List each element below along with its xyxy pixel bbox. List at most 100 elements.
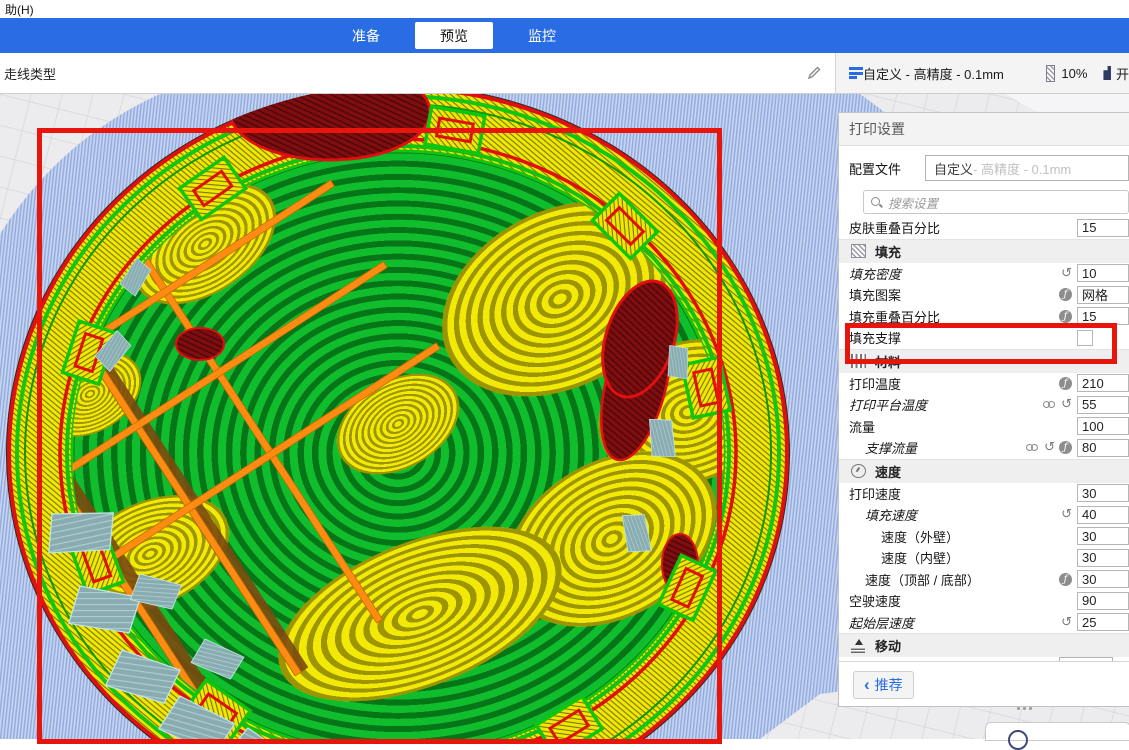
- setting-row-空驶速度[interactable]: 空驶速度 90: [839, 590, 1129, 612]
- setting-value-field[interactable]: 25: [1077, 613, 1129, 631]
- view-options-bar: 走线类型 自定义 - 高精度 - 0.1mm 10% 开: [0, 53, 1129, 94]
- setting-label: 速度（外壁）: [881, 527, 959, 546]
- profile-row: 配置文件 自定义 - 高精度 - 0.1mm: [839, 146, 1129, 190]
- line-type-dropdown[interactable]: 走线类型: [4, 64, 56, 83]
- setting-row-填充速度[interactable]: 填充速度↺40: [839, 504, 1129, 526]
- settings-list: 皮肤重叠百分比15填充填充密度↺10填充图案ƒ网格填充重叠百分比ƒ15填充支撑材…: [839, 217, 1129, 657]
- setting-row-支撑流量[interactable]: 支撑流量↺ƒ80: [839, 437, 1129, 459]
- setting-row-速度（外壁）[interactable]: 速度（外壁） 30: [839, 526, 1129, 548]
- category-label: 填充: [875, 242, 901, 261]
- setting-label: 皮肤重叠百分比: [849, 218, 940, 237]
- clock-icon: [1008, 730, 1028, 750]
- category-速度[interactable]: 速度: [839, 459, 1129, 483]
- infill-icon: [851, 244, 866, 258]
- menu-bar: 助(H): [0, 0, 1129, 18]
- category-label: 速度: [875, 462, 901, 481]
- setting-label: 打印速度: [849, 484, 901, 503]
- recommended-mode-button[interactable]: ‹ 推荐: [853, 671, 914, 699]
- reset-icon[interactable]: ↺: [1061, 267, 1072, 280]
- pencil-icon[interactable]: [807, 66, 821, 80]
- setting-row-起始层速度[interactable]: 起始层速度 ↺ 25: [839, 612, 1129, 634]
- color-scheme-area: 走线类型: [0, 53, 835, 93]
- setting-value-field[interactable]: 30: [1077, 570, 1129, 588]
- setting-value-field[interactable]: 40: [1077, 506, 1129, 524]
- setting-row-打印温度[interactable]: 打印温度 ƒ 210: [839, 373, 1129, 395]
- setting-value-field[interactable]: 80: [1077, 439, 1129, 457]
- search-placeholder: 搜索设置: [888, 193, 938, 212]
- function-value-icon[interactable]: ƒ: [1059, 441, 1072, 454]
- function-value-icon[interactable]: ƒ: [1059, 377, 1072, 390]
- search-row: 搜索设置: [839, 190, 1129, 218]
- panel-drag-handle[interactable]: [1017, 707, 1039, 710]
- setting-label: 速度（顶部 / 底部）: [865, 570, 980, 589]
- setting-label: 空驶速度: [849, 591, 901, 610]
- chevron-left-icon: ‹: [864, 676, 870, 693]
- reset-icon[interactable]: ↺: [1061, 508, 1072, 521]
- setting-value-field[interactable]: 90: [1077, 592, 1129, 610]
- setting-label: 流量: [849, 417, 875, 436]
- reset-icon[interactable]: ↺: [1061, 398, 1072, 411]
- stage-tab-准备[interactable]: 准备: [327, 22, 405, 49]
- reset-icon[interactable]: ↺: [1061, 616, 1072, 629]
- setting-label: 填充密度: [849, 264, 901, 283]
- setting-value-field[interactable]: 210: [1077, 374, 1129, 392]
- setting-icons: ↺: [1061, 267, 1077, 280]
- setting-label: 填充图案: [849, 285, 901, 304]
- setting-icons: ƒ: [1059, 573, 1077, 586]
- print-settings-panel: 打印设置 配置文件 自定义 - 高精度 - 0.1mm 搜索设置 皮肤重叠百分比…: [838, 112, 1129, 707]
- setting-row-流量[interactable]: 流量 100: [839, 416, 1129, 438]
- setting-icons: ƒ: [1059, 310, 1077, 323]
- support-state: 开: [1116, 64, 1129, 83]
- category-label: 移动: [875, 636, 901, 655]
- link-icon[interactable]: [1043, 401, 1057, 409]
- setting-row-皮肤重叠百分比[interactable]: 皮肤重叠百分比 15: [839, 217, 1129, 239]
- print-summary-bar[interactable]: 自定义 - 高精度 - 0.1mm 10% 开: [835, 53, 1129, 93]
- speed-icon: [851, 464, 866, 478]
- profile-value: 自定义: [934, 159, 973, 178]
- setting-value-field[interactable]: 30: [1077, 527, 1129, 545]
- setting-value-field[interactable]: 15: [1077, 219, 1129, 237]
- setting-value-field[interactable]: 100: [1077, 417, 1129, 435]
- panel-title-text: 打印设置: [849, 119, 905, 139]
- function-value-icon[interactable]: ƒ: [1059, 573, 1072, 586]
- category-填充[interactable]: 填充: [839, 239, 1129, 263]
- profile-layers-icon: [849, 67, 856, 79]
- setting-icons: ↺: [1043, 398, 1077, 411]
- profile-summary: 自定义 - 高精度 - 0.1mm: [863, 64, 1004, 83]
- function-value-icon[interactable]: ƒ: [1059, 288, 1072, 301]
- annotation-rectangle-setting: [845, 323, 1117, 364]
- setting-row-速度（顶部 / 底部）[interactable]: 速度（顶部 / 底部） ƒ 30: [839, 569, 1129, 591]
- category-移动[interactable]: 移动: [839, 633, 1129, 657]
- profile-dropdown[interactable]: 自定义 - 高精度 - 0.1mm: [925, 155, 1129, 181]
- link-icon[interactable]: [1026, 444, 1040, 452]
- setting-icons: ↺ƒ: [1026, 441, 1077, 454]
- setting-label: 起始层速度: [849, 613, 914, 632]
- setting-value-field[interactable]: 30: [1077, 484, 1129, 502]
- menu-item-help[interactable]: 助(H): [3, 1, 36, 18]
- setting-value-field[interactable]: 10: [1077, 264, 1129, 282]
- setting-icons: ƒ: [1059, 377, 1077, 390]
- setting-row-填充密度[interactable]: 填充密度 ↺ 10: [839, 263, 1129, 285]
- setting-label: 打印温度: [849, 374, 901, 393]
- search-icon: [871, 197, 882, 208]
- stage-tab-预览[interactable]: 预览: [415, 22, 493, 49]
- function-value-icon[interactable]: ƒ: [1059, 310, 1072, 323]
- print-time-popup: [985, 722, 1129, 741]
- setting-row-速度（内壁）[interactable]: 速度（内壁）30: [839, 547, 1129, 569]
- search-input[interactable]: 搜索设置: [863, 190, 1129, 214]
- panel-footer: ‹ 推荐: [839, 661, 1129, 706]
- setting-row-填充图案[interactable]: 填充图案 ƒ 网格: [839, 284, 1129, 306]
- travel-icon: [851, 639, 866, 653]
- recommended-label: 推荐: [875, 675, 903, 695]
- panel-title: 打印设置: [839, 113, 1129, 146]
- reset-icon[interactable]: ↺: [1044, 441, 1055, 454]
- support-icon: [1103, 66, 1111, 80]
- stage-tab-监控[interactable]: 监控: [503, 22, 581, 49]
- setting-icons: ↺: [1061, 508, 1077, 521]
- setting-value-field[interactable]: 30: [1077, 549, 1129, 567]
- setting-row-打印速度[interactable]: 打印速度 30: [839, 483, 1129, 505]
- setting-value-field[interactable]: 55: [1077, 396, 1129, 414]
- infill-density-icon: [1046, 65, 1056, 82]
- setting-row-打印平台温度[interactable]: 打印平台温度↺55: [839, 394, 1129, 416]
- setting-value-field[interactable]: 网格: [1077, 286, 1129, 304]
